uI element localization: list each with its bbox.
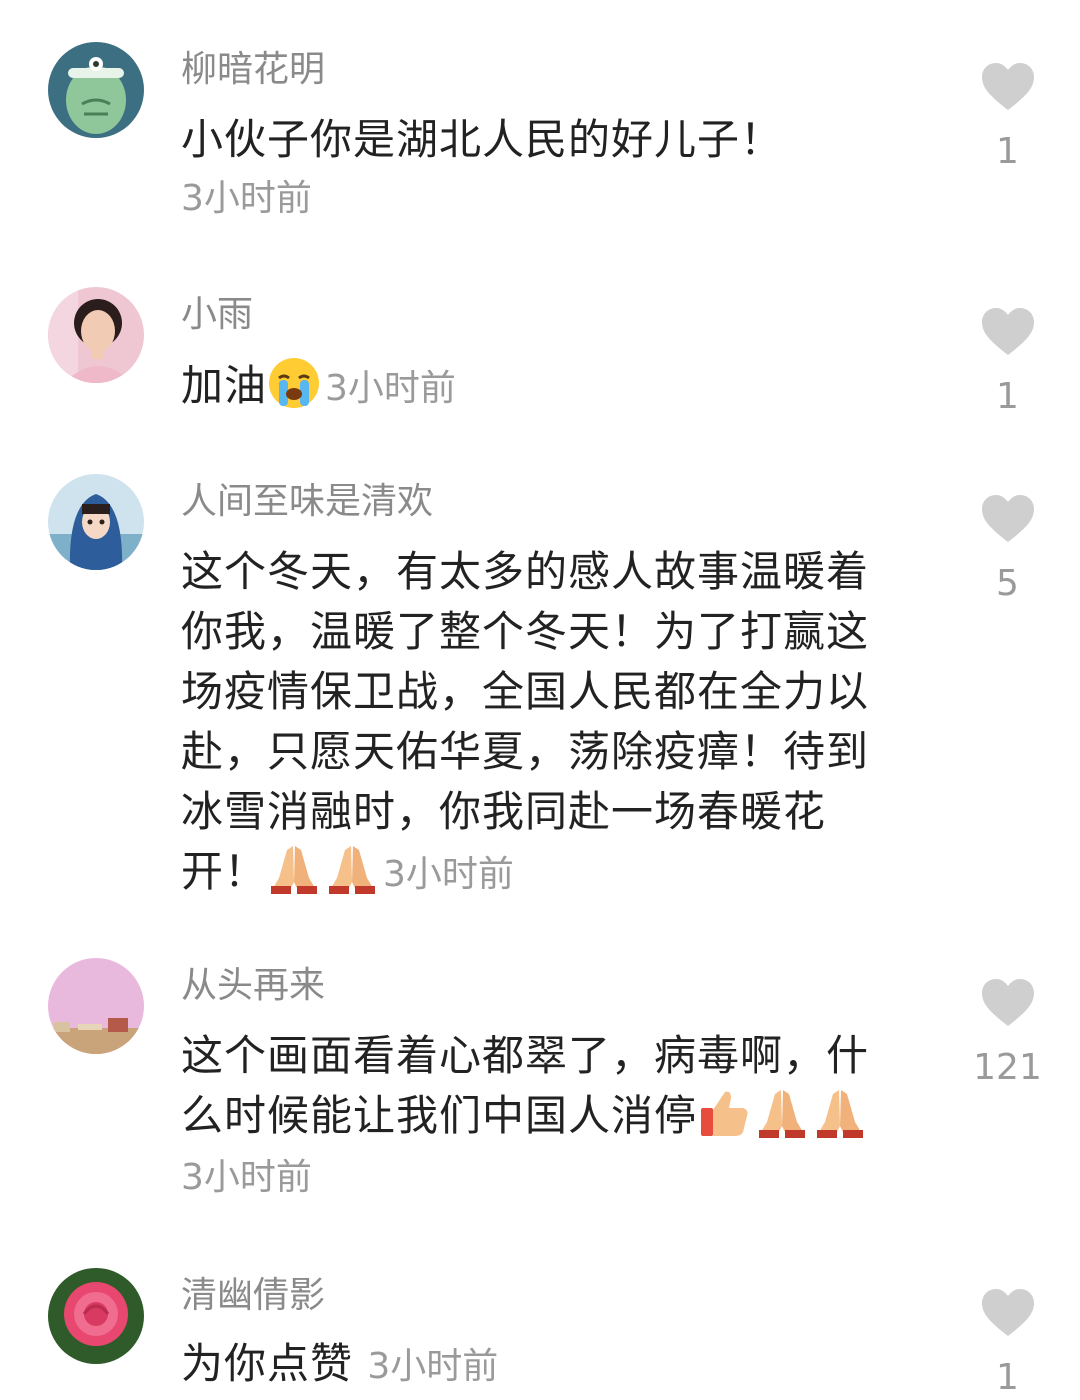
like-count: 5 — [996, 563, 1019, 604]
comment-time: 3小时前 — [367, 1346, 499, 1387]
username[interactable]: 人间至味是清欢 — [181, 480, 433, 524]
avatar[interactable] — [48, 287, 144, 383]
comment-text-line: 么时候能让我们中国人消停 — [181, 1091, 698, 1140]
comment-text: 这个冬天，有太多的感人故事温暖着 你我，温暖了整个冬天！为了打赢这 场疫情保卫战… — [181, 542, 911, 905]
comment-text-last-line: 开！ 3小时前 — [181, 842, 911, 905]
comment-text-line: 你我，温暖了整个冬天！为了打赢这 — [181, 607, 870, 656]
comment-text-line: 赴，只愿天佑华夏，荡除疫瘴！待到 — [181, 727, 870, 776]
like-count: 121 — [973, 1047, 1042, 1088]
comment-text-line: 这个画面看着心都翠了，病毒啊，什 — [181, 1031, 870, 1080]
crying-face-emoji-icon — [267, 356, 321, 410]
heart-icon[interactable] — [980, 307, 1036, 357]
comment-text-line: 这个冬天，有太多的感人故事温暖着 — [181, 547, 870, 596]
comment-text-line: 冰雪消融时，你我同赴一场春暖花 — [181, 787, 827, 836]
like-control[interactable]: 1 — [965, 62, 1050, 174]
comment-time: 3小时前 — [383, 854, 514, 895]
username[interactable]: 柳暗花明 — [181, 48, 325, 92]
comment-time: 3小时前 — [181, 1157, 312, 1198]
woman-portrait-avatar-icon — [48, 287, 144, 383]
heart-icon[interactable] — [980, 1288, 1036, 1338]
folded-hands-emoji-icon — [813, 1086, 867, 1140]
heart-icon[interactable] — [980, 494, 1036, 544]
like-control[interactable]: 1 — [965, 1288, 1050, 1400]
avatar[interactable] — [48, 1268, 144, 1364]
username[interactable]: 从头再来 — [181, 964, 325, 1008]
comment-text-last-line: 么时候能让我们中国人消停 — [181, 1086, 911, 1146]
heart-icon[interactable] — [980, 62, 1036, 112]
comment-text: 这个画面看着心都翠了，病毒啊，什 么时候能让我们中国人消停 — [181, 1026, 911, 1146]
folded-hands-emoji-icon — [325, 842, 379, 896]
folded-hands-emoji-icon — [755, 1086, 809, 1140]
comment-text-line: 场疫情保卫战，全国人民都在全力以 — [181, 667, 870, 716]
pink-rose-avatar-icon — [48, 1268, 144, 1364]
pink-sky-avatar-icon — [48, 958, 144, 1054]
comment-text-body: 加油 — [181, 361, 268, 410]
comment-text: 加油 3小时前 — [181, 356, 911, 419]
username[interactable]: 小雨 — [181, 293, 253, 337]
comment-text-body: 小伙子你是湖北人民的好儿子！ — [181, 115, 784, 164]
comment-text-body: 为你点赞 — [181, 1339, 354, 1388]
green-monster-avatar-icon — [48, 42, 144, 138]
thumbs-up-emoji-icon — [697, 1086, 751, 1140]
comment-time: 3小时前 — [325, 368, 456, 409]
girl-blue-scarf-avatar-icon — [48, 474, 144, 570]
like-control[interactable]: 1 — [965, 307, 1050, 419]
comment-text: 小伙子你是湖北人民的好儿子！ — [181, 110, 911, 170]
comment-text: 为你点赞 3小时前 — [181, 1334, 911, 1397]
avatar[interactable] — [48, 474, 144, 570]
avatar[interactable] — [48, 958, 144, 1054]
folded-hands-emoji-icon — [267, 842, 321, 896]
comment-text-line: 开！ — [181, 847, 268, 896]
like-control[interactable]: 5 — [965, 494, 1050, 606]
heart-icon[interactable] — [980, 978, 1036, 1028]
like-count: 1 — [996, 131, 1019, 172]
avatar[interactable] — [48, 42, 144, 138]
like-count: 1 — [996, 376, 1019, 417]
like-count: 1 — [996, 1357, 1019, 1398]
like-control[interactable]: 121 — [965, 978, 1050, 1090]
comment-time: 3小时前 — [181, 178, 312, 219]
username[interactable]: 清幽倩影 — [181, 1274, 325, 1318]
